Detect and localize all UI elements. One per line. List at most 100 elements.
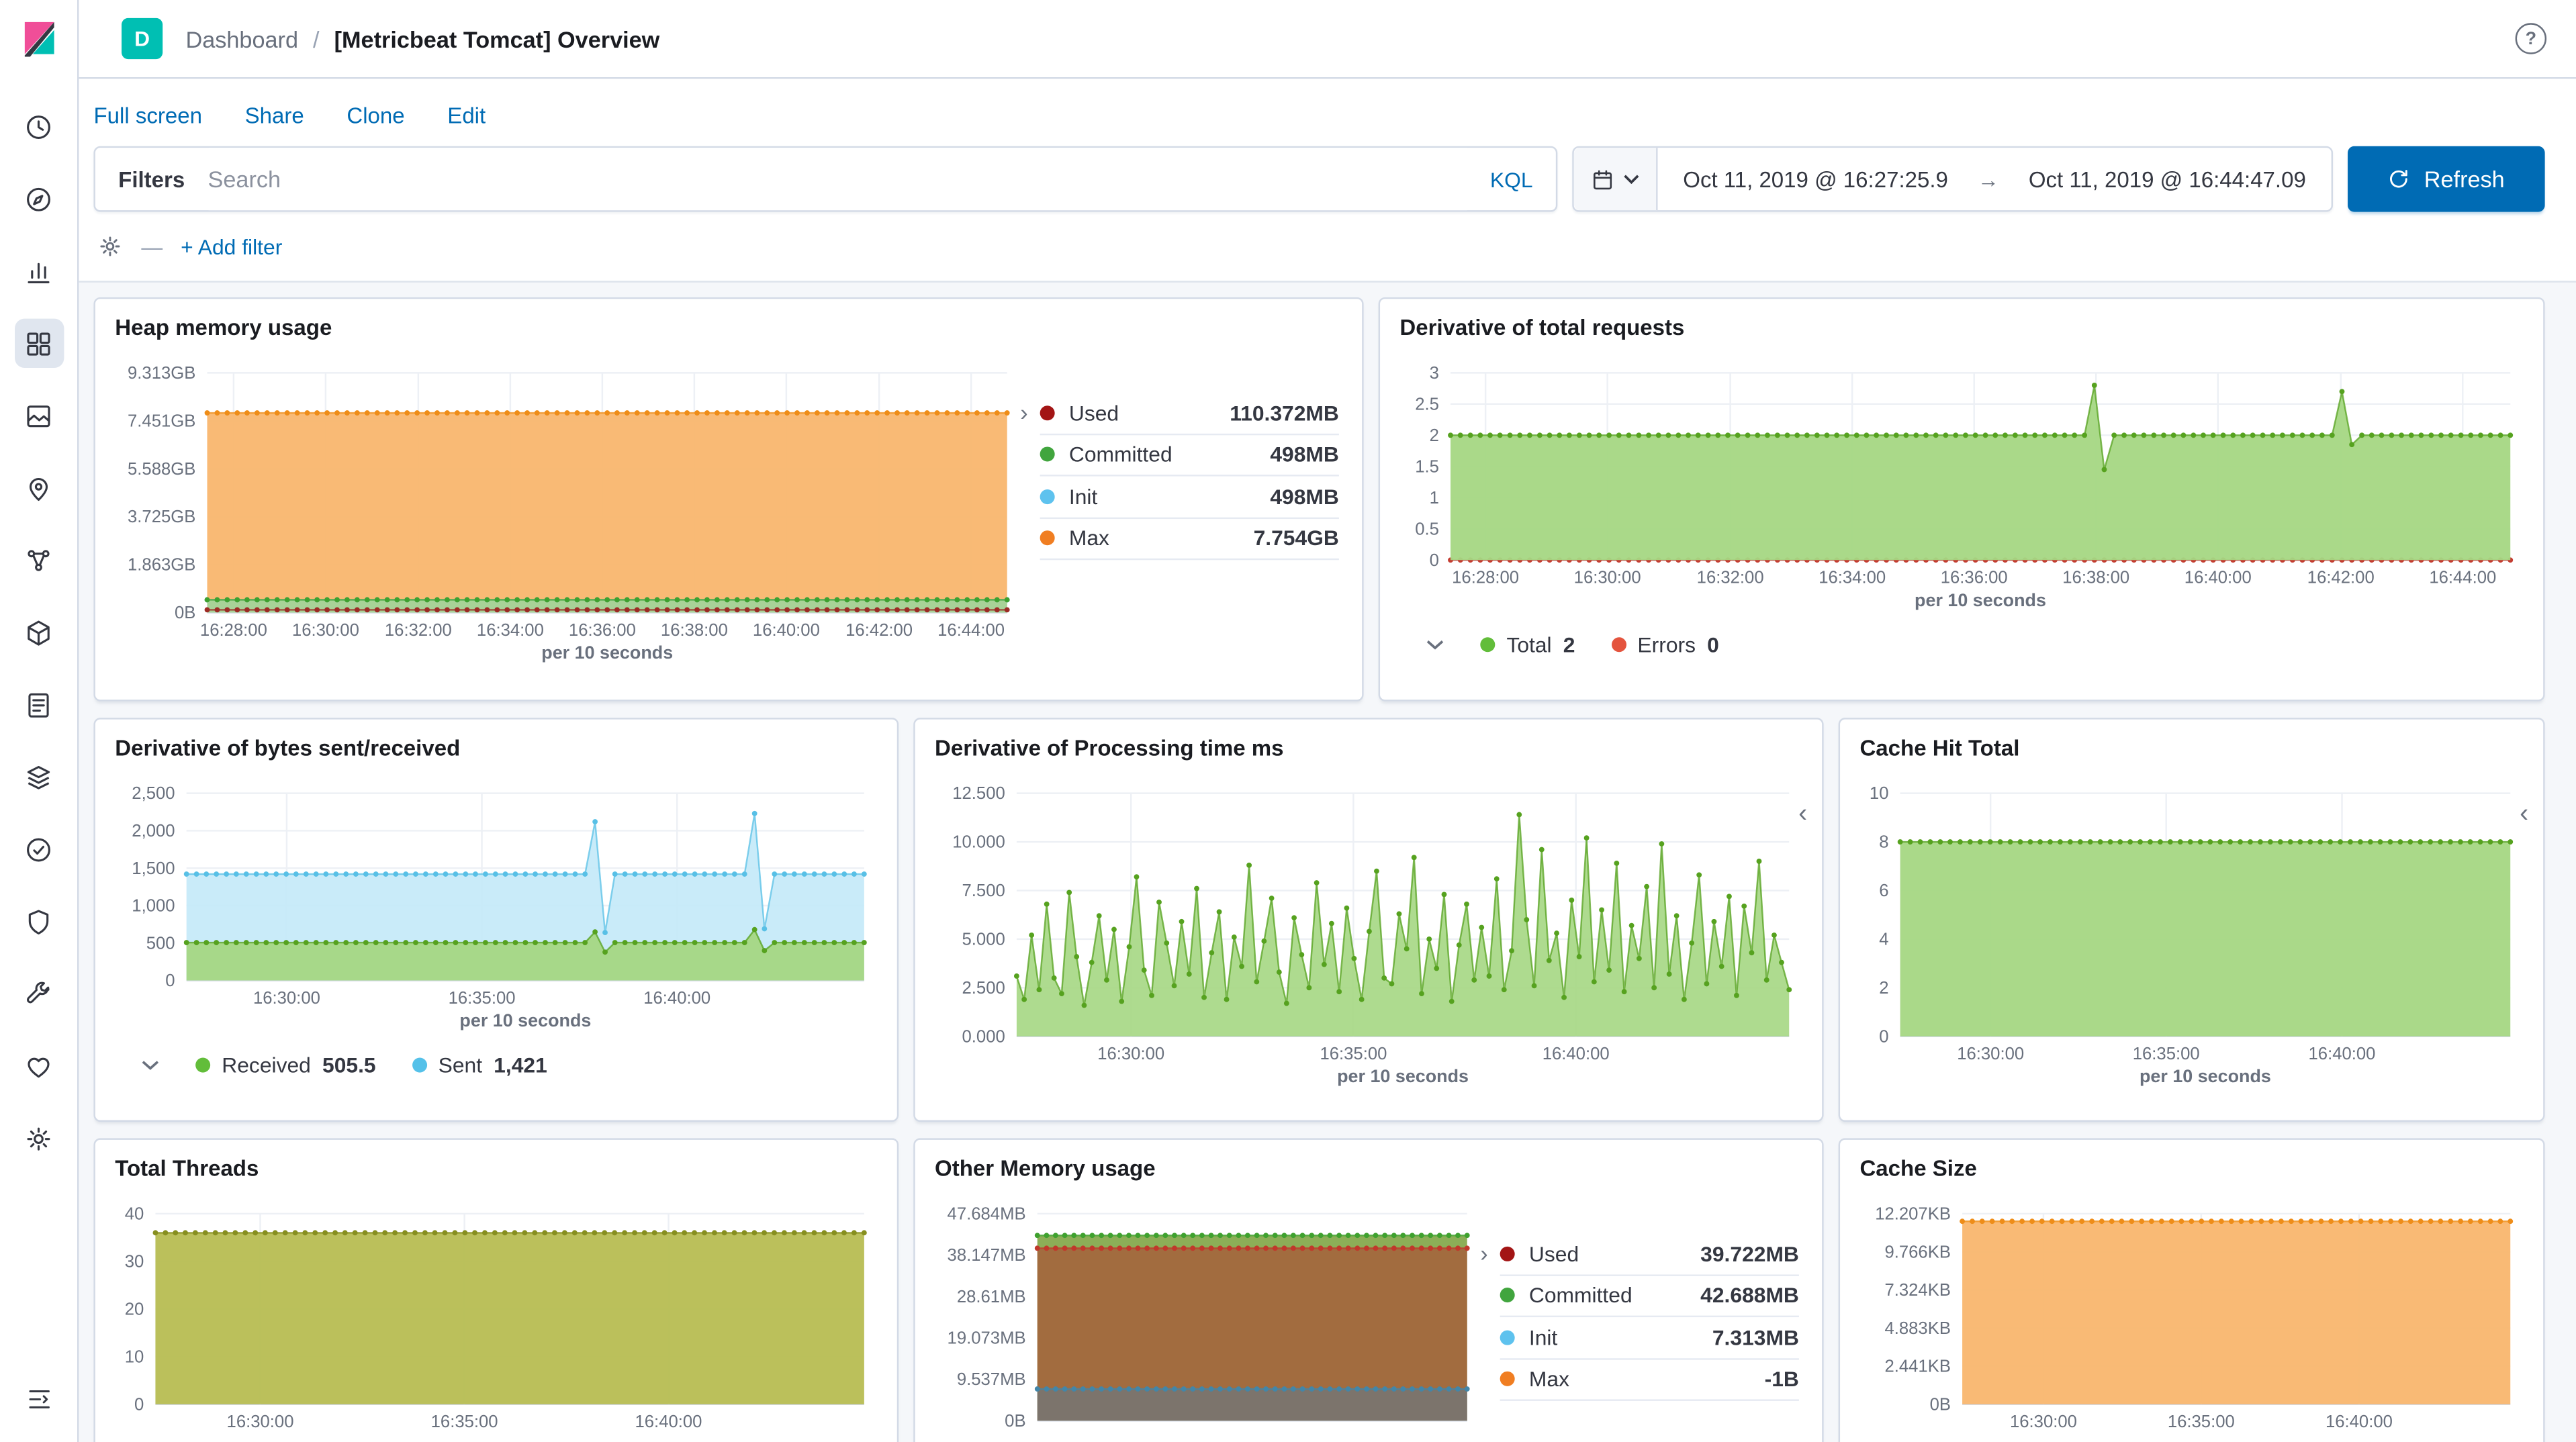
breadcrumb-dashboard-link[interactable]: Dashboard <box>185 26 298 52</box>
legend-item[interactable]: Init7.313MB <box>1500 1317 1799 1359</box>
svg-text:16:40:00: 16:40:00 <box>1543 1045 1610 1063</box>
bytes-sent-received-chart[interactable]: .tick{font:10.5px "Liberation Sans",sans… <box>115 783 877 1033</box>
filters-button[interactable]: Filters <box>95 148 208 210</box>
kql-toggle-button[interactable]: KQL <box>1467 148 1556 210</box>
legend-item[interactable]: Total2 <box>1480 632 1575 657</box>
gear-icon <box>23 1122 54 1153</box>
sidebar-item-siem[interactable] <box>14 897 63 946</box>
svg-text:19.073MB: 19.073MB <box>948 1329 1026 1347</box>
panel-title[interactable]: Derivative of bytes sent/received <box>115 734 460 764</box>
kibana-logo[interactable] <box>17 18 60 69</box>
expand-legend-icon[interactable]: ‹ <box>1798 802 1807 828</box>
help-icon[interactable]: ? <box>2516 23 2546 54</box>
sidebar-item-infrastructure[interactable] <box>14 608 63 657</box>
cache-hit-chart[interactable]: .tick{font:10.5px "Liberation Sans",sans… <box>1859 783 2523 1089</box>
svg-text:0: 0 <box>165 971 175 990</box>
cache-size-chart[interactable]: .tick{font:10.5px "Liberation Sans",sans… <box>1859 1204 2523 1434</box>
svg-text:16:32:00: 16:32:00 <box>1697 569 1764 587</box>
share-button[interactable]: Share <box>245 103 304 128</box>
svg-text:1.5: 1.5 <box>1415 457 1439 476</box>
sidebar-item-stack-monitoring[interactable] <box>14 1041 63 1090</box>
legend-item[interactable]: Used39.722MB <box>1500 1233 1799 1275</box>
svg-text:0: 0 <box>1879 1027 1888 1046</box>
svg-text:16:40:00: 16:40:00 <box>2184 569 2252 587</box>
processing-time-chart[interactable]: .tick{font:10.5px "Liberation Sans",sans… <box>935 783 1802 1089</box>
refresh-button[interactable]: Refresh <box>2348 146 2545 212</box>
legend-item[interactable]: Received505.5 <box>195 1053 376 1077</box>
svg-text:4.883KB: 4.883KB <box>1884 1319 1951 1338</box>
panel-title[interactable]: Heap memory usage <box>115 314 332 343</box>
add-filter-link[interactable]: + Add filter <box>181 234 282 259</box>
panel-title[interactable]: Total Threads <box>115 1155 259 1184</box>
svg-text:9.313GB: 9.313GB <box>128 364 195 383</box>
legend-item[interactable]: Max-1B <box>1500 1359 1799 1400</box>
svg-text:3.725GB: 3.725GB <box>128 508 195 526</box>
date-quick-select-button[interactable] <box>1574 148 1658 210</box>
svg-text:per 10 seconds: per 10 seconds <box>541 642 673 663</box>
svg-text:0B: 0B <box>175 604 195 622</box>
collapse-legend-icon[interactable]: › <box>1480 1242 1487 1442</box>
edit-button[interactable]: Edit <box>447 103 486 128</box>
space-badge[interactable]: D <box>122 18 163 59</box>
sidebar-item-machine-learning[interactable] <box>14 536 63 585</box>
chart-legend: › Used110.372MB Committed498MB Init 498MB… <box>1020 393 1342 665</box>
svg-text:16:30:00: 16:30:00 <box>227 1412 294 1431</box>
svg-text:2.5: 2.5 <box>1415 395 1439 414</box>
sidebar-item-dashboard[interactable] <box>14 319 63 368</box>
sidebar-item-dev-tools[interactable] <box>14 969 63 1018</box>
dashboard-toolbar: Full screen Share Clone Edit <box>79 79 2576 146</box>
heap-memory-chart[interactable]: .tick{font:10.5px "Liberation Sans",sans… <box>115 363 1020 665</box>
sidebar-item-discover[interactable] <box>14 174 63 223</box>
panel-derivative-total-requests: Derivative of total requests .tick{font:… <box>1379 297 2545 702</box>
sidebar-item-logs[interactable] <box>14 680 63 729</box>
legend-item[interactable]: Committed498MB <box>1040 434 1339 476</box>
sidebar-item-uptime[interactable] <box>14 824 63 873</box>
legend-item[interactable]: Used110.372MB <box>1040 393 1339 434</box>
legend-value: 505.5 <box>322 1053 376 1077</box>
legend-item[interactable]: Init 498MB <box>1040 476 1339 518</box>
chart-legend: › Used39.722MB Committed42.688MB Init7.3… <box>1480 1233 1802 1442</box>
svg-text:16:44:00: 16:44:00 <box>937 621 1005 640</box>
sidebar-item-management[interactable] <box>14 1114 63 1163</box>
search-input[interactable] <box>208 148 1467 210</box>
breadcrumb: Dashboard / [Metricbeat Tomcat] Overview <box>185 26 659 52</box>
other-memory-chart[interactable]: .tick{font:10.5px "Liberation Sans",sans… <box>935 1204 1480 1442</box>
filter-options-button[interactable] <box>97 233 123 259</box>
total-threads-chart[interactable]: .tick{font:10.5px "Liberation Sans",sans… <box>115 1204 877 1434</box>
panel-title[interactable]: Derivative of total requests <box>1399 314 1684 343</box>
legend-label: Init <box>1069 484 1097 509</box>
panel-title[interactable]: Cache Size <box>1859 1155 1976 1184</box>
sidebar-item-maps[interactable] <box>14 463 63 512</box>
panel-title[interactable]: Derivative of Processing time ms <box>935 734 1283 764</box>
total-requests-chart[interactable]: .tick{font:10.5px "Liberation Sans",sans… <box>1399 363 2523 613</box>
collapse-navigation-button[interactable] <box>24 1384 53 1422</box>
collapse-legend-icon[interactable]: › <box>1020 401 1027 665</box>
refresh-label: Refresh <box>2424 166 2505 192</box>
svg-text:16:30:00: 16:30:00 <box>292 621 359 640</box>
end-date-button[interactable]: Oct 11, 2019 @ 16:44:47.09 <box>2025 160 2309 198</box>
legend-value: 498MB <box>1270 484 1339 509</box>
svg-text:9.537MB: 9.537MB <box>957 1370 1026 1389</box>
start-date-button[interactable]: Oct 11, 2019 @ 16:27:25.9 <box>1680 160 1951 198</box>
expand-legend-icon[interactable]: ‹ <box>2520 802 2528 828</box>
series-color-dot <box>1500 1372 1514 1386</box>
svg-text:16:35:00: 16:35:00 <box>1320 1045 1387 1063</box>
svg-text:16:40:00: 16:40:00 <box>635 1412 702 1431</box>
clone-button[interactable]: Clone <box>347 103 404 128</box>
collapse-legend-icon[interactable] <box>1426 639 1444 651</box>
svg-text:0.000: 0.000 <box>962 1027 1005 1046</box>
sidebar-item-canvas[interactable] <box>14 391 63 440</box>
legend-item[interactable]: Max7.754GB <box>1040 518 1339 560</box>
heart-icon <box>23 1051 54 1082</box>
panel-row-1: Heap memory usage .tick{font:10.5px "Lib… <box>93 297 2544 702</box>
full-screen-button[interactable]: Full screen <box>93 103 202 128</box>
collapse-legend-icon[interactable] <box>141 1059 159 1071</box>
sidebar-item-recently-viewed[interactable] <box>14 102 63 151</box>
panel-title[interactable]: Cache Hit Total <box>1859 734 2019 764</box>
panel-title[interactable]: Other Memory usage <box>935 1155 1156 1184</box>
legend-item[interactable]: Sent1,421 <box>412 1053 547 1077</box>
sidebar-item-apm[interactable] <box>14 752 63 801</box>
legend-item[interactable]: Errors0 <box>1611 632 1719 657</box>
legend-item[interactable]: Committed42.688MB <box>1500 1276 1799 1317</box>
sidebar-item-visualize[interactable] <box>14 246 63 295</box>
